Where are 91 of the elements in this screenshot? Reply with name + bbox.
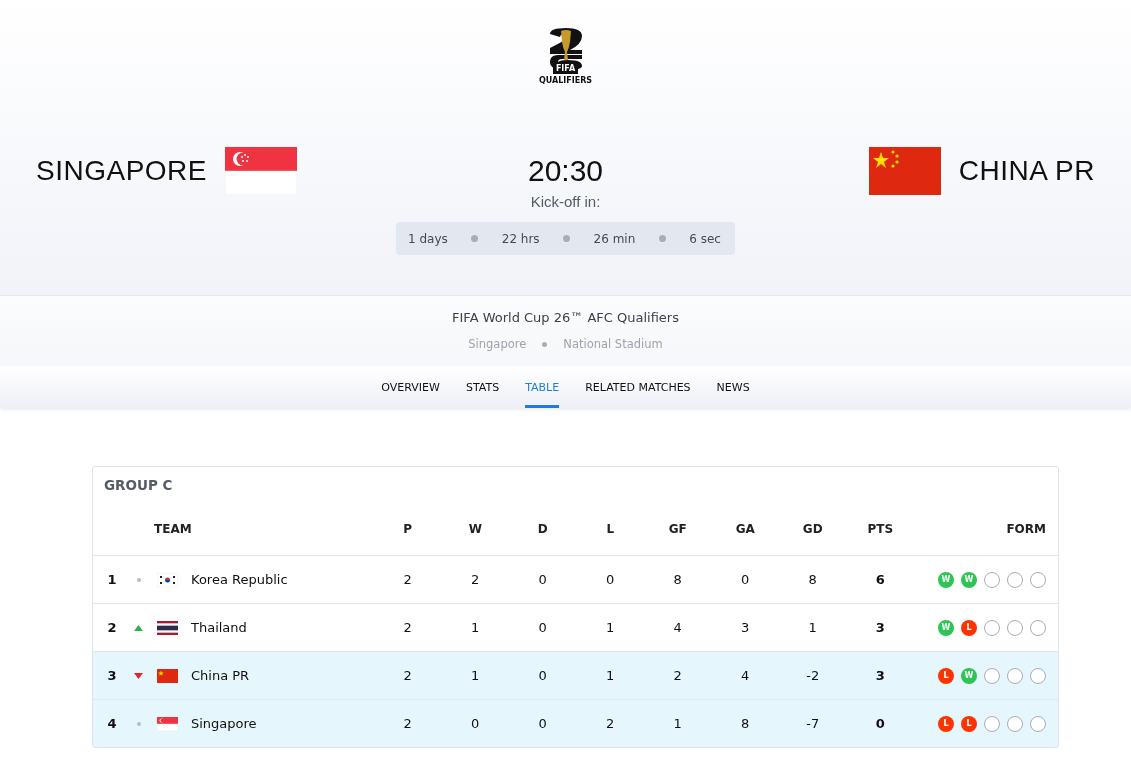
stat-cell-text: 4 — [740, 668, 751, 683]
kickoff-label: Kick-off in: — [530, 193, 601, 210]
points-cell-text: 0 — [874, 716, 886, 731]
logo-brand: FIFA — [552, 64, 579, 74]
venue-text: National Stadium — [563, 337, 663, 351]
stat-cell-text: 2 — [470, 572, 481, 587]
tab[interactable]: STATS — [465, 366, 500, 408]
win-badge: W — [961, 667, 977, 684]
stat-cell-text: 0 — [605, 572, 616, 587]
column-header: PTS — [866, 522, 895, 536]
stat-cell-text: 2 — [605, 716, 616, 731]
stat-cell-text: 8 — [807, 572, 818, 587]
points-cell-text: 6 — [874, 572, 886, 587]
flag-icon — [157, 620, 178, 635]
logo-caption: QUALIFIERS — [538, 76, 593, 85]
column-header: FORM — [1005, 522, 1047, 536]
stat-cell-text: 4 — [672, 620, 683, 635]
stat-cell-text: 0 — [537, 572, 548, 587]
stat-cell-text: 8 — [740, 716, 751, 731]
loss-badge: L — [961, 619, 977, 636]
stat-cell-text: 2 — [402, 716, 413, 731]
stat-cell-text: 1 — [605, 620, 616, 635]
win-badge: W — [938, 571, 954, 588]
separator-dot-icon — [542, 341, 548, 347]
stat-cell-text: 1 — [605, 668, 616, 683]
flag-icon — [225, 147, 297, 195]
dot-icon — [136, 577, 141, 582]
column-header: P — [402, 522, 414, 536]
stat-cell-text: 1 — [470, 620, 481, 635]
loss-badge: L — [938, 715, 954, 732]
down-arrow-icon — [134, 672, 143, 679]
team-name: Korea Republic — [190, 572, 289, 587]
countdown-value: 22 hrs — [501, 231, 540, 246]
competition-name: FIFA World Cup 26™ AFC Qualifiers — [452, 310, 679, 325]
rank-cell-text: 3 — [106, 668, 118, 683]
countdown-value: 1 days — [408, 231, 448, 246]
stat-cell-text: 1 — [470, 668, 481, 683]
stat-cell-text: -2 — [805, 668, 821, 683]
stat-cell-text: 0 — [537, 620, 548, 635]
flag-icon — [157, 572, 178, 587]
separator-dot-icon — [658, 235, 666, 242]
rank-cell-text: 2 — [106, 620, 118, 635]
dot-icon — [136, 721, 141, 726]
away-team-name: CHINA PR — [958, 155, 1095, 187]
stat-cell-text: 8 — [672, 572, 683, 587]
stat-cell-text: 1 — [807, 620, 818, 635]
stat-cell-text: 2 — [402, 572, 413, 587]
separator-dot-icon — [563, 235, 571, 242]
flag-icon — [157, 668, 178, 683]
separator-dot-icon — [471, 235, 479, 242]
team-name: Singapore — [190, 716, 258, 731]
rank-cell-text: 4 — [106, 716, 118, 731]
column-header: TEAM — [153, 522, 193, 536]
stat-cell-text: 0 — [740, 572, 751, 587]
stat-cell-text: 3 — [740, 620, 751, 635]
column-header: D — [536, 522, 549, 536]
tab[interactable]: OVERVIEW — [381, 366, 440, 408]
column-header: GA — [734, 522, 756, 536]
rank-cell-text: 1 — [106, 572, 118, 587]
column-header: L — [605, 522, 616, 536]
stat-cell-text: 0 — [537, 716, 548, 731]
stat-cell-text: 0 — [470, 716, 481, 731]
group-title: GROUP C — [103, 476, 174, 495]
points-cell-text: 3 — [874, 620, 886, 635]
stat-cell-text: 2 — [672, 668, 683, 683]
stat-cell-text: 2 — [402, 668, 413, 683]
loss-badge: L — [938, 667, 954, 684]
win-badge: W — [938, 619, 954, 636]
tab[interactable]: NEWS — [716, 366, 750, 408]
loss-badge: L — [961, 715, 977, 732]
column-header: W — [467, 522, 483, 536]
tab[interactable]: TABLE — [525, 366, 560, 408]
flag-icon — [868, 147, 941, 195]
up-arrow-icon — [134, 624, 143, 631]
tab[interactable]: RELATED MATCHES — [585, 366, 691, 408]
column-header: GD — [801, 522, 824, 536]
venue-text: Singapore — [468, 337, 527, 351]
home-team-name: SINGAPORE — [36, 155, 207, 187]
points-cell-text: 3 — [874, 668, 886, 683]
countdown-value: 26 min — [593, 231, 636, 246]
team-name: Thailand — [190, 620, 248, 635]
win-badge: W — [961, 571, 977, 588]
kickoff-time: 20:30 — [527, 153, 604, 189]
countdown-value: 6 sec — [689, 231, 721, 246]
stat-cell-text: -7 — [805, 716, 821, 731]
stat-cell-text: 1 — [672, 716, 683, 731]
stat-cell-text: 0 — [537, 668, 548, 683]
stat-cell-text: 2 — [402, 620, 413, 635]
column-header: GF — [667, 522, 688, 536]
team-name: China PR — [190, 668, 251, 683]
flag-icon — [157, 716, 178, 731]
